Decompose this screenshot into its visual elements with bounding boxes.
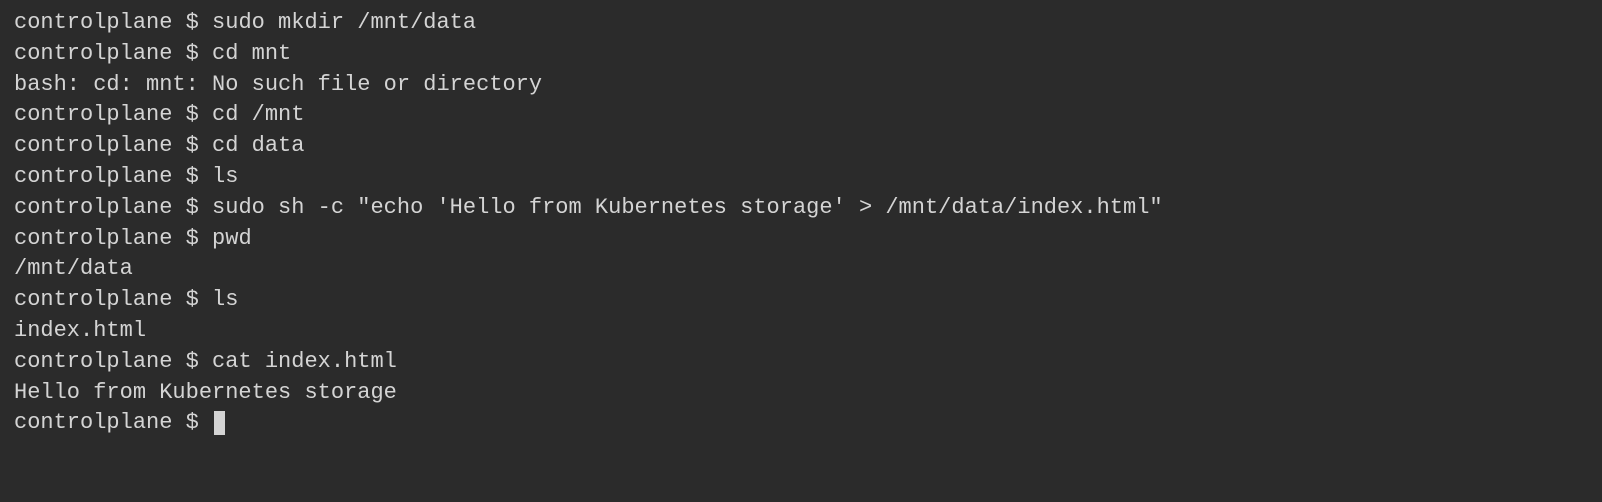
command-text: pwd	[212, 226, 252, 251]
command-text: cd /mnt	[212, 102, 304, 127]
terminal-line: controlplane $ cd /mnt	[14, 100, 1588, 131]
terminal-line: Hello from Kubernetes storage	[14, 378, 1588, 409]
terminal-line: index.html	[14, 316, 1588, 347]
command-text: cd mnt	[212, 41, 291, 66]
command-text: cd data	[212, 133, 304, 158]
terminal-line: bash: cd: mnt: No such file or directory	[14, 70, 1588, 101]
output-text: Hello from Kubernetes storage	[14, 380, 397, 405]
output-text: /mnt/data	[14, 256, 133, 281]
command-text: sudo mkdir /mnt/data	[212, 10, 476, 35]
command-text: sudo sh -c "echo 'Hello from Kubernetes …	[212, 195, 1163, 220]
prompt: controlplane $	[14, 349, 212, 374]
terminal-line: controlplane $ sudo sh -c "echo 'Hello f…	[14, 193, 1588, 224]
command-text: ls	[212, 164, 238, 189]
output-text: index.html	[14, 318, 146, 343]
prompt: controlplane $	[14, 287, 212, 312]
prompt: controlplane $	[14, 10, 212, 35]
prompt: controlplane $	[14, 102, 212, 127]
terminal-line: /mnt/data	[14, 254, 1588, 285]
terminal-line: controlplane $ ls	[14, 285, 1588, 316]
command-text: cat index.html	[212, 349, 397, 374]
prompt: controlplane $	[14, 195, 212, 220]
terminal-line: controlplane $ pwd	[14, 224, 1588, 255]
cursor-icon[interactable]	[214, 411, 225, 435]
terminal-output[interactable]: controlplane $ sudo mkdir /mnt/datacontr…	[14, 8, 1588, 439]
output-text: bash: cd: mnt: No such file or directory	[14, 72, 542, 97]
prompt: controlplane $	[14, 410, 212, 435]
prompt: controlplane $	[14, 164, 212, 189]
terminal-line: controlplane $ ls	[14, 162, 1588, 193]
terminal-line: controlplane $	[14, 408, 1588, 439]
prompt: controlplane $	[14, 41, 212, 66]
command-text: ls	[212, 287, 238, 312]
terminal-line: controlplane $ cd data	[14, 131, 1588, 162]
prompt: controlplane $	[14, 226, 212, 251]
terminal-line: controlplane $ cat index.html	[14, 347, 1588, 378]
prompt: controlplane $	[14, 133, 212, 158]
terminal-line: controlplane $ sudo mkdir /mnt/data	[14, 8, 1588, 39]
terminal-line: controlplane $ cd mnt	[14, 39, 1588, 70]
